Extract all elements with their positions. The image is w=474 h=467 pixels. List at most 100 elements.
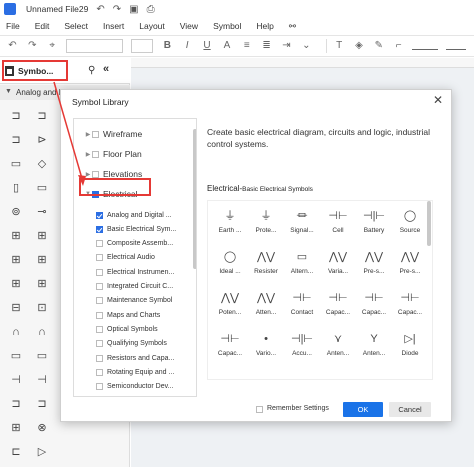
tree-checkbox[interactable]	[96, 268, 103, 276]
tree-item[interactable]: Qualifying Symbols	[96, 337, 167, 351]
symbol-icon[interactable]: ⊣	[6, 372, 26, 388]
ok-button[interactable]: OK	[343, 402, 383, 417]
tree-item[interactable]: Semiconductor Dev...	[96, 380, 173, 394]
line-color-icon[interactable]: ✎	[372, 39, 385, 53]
symbol-icon[interactable]: ▯	[6, 180, 26, 196]
symbol-preview-item[interactable]: ⋀⋁ Pre-s...	[392, 246, 428, 284]
symbol-icon[interactable]: ⊞	[32, 228, 52, 244]
symbol-icon[interactable]: ⊞	[32, 252, 52, 268]
symbol-preview-item[interactable]: ◯ Source	[392, 205, 428, 243]
symbol-icon[interactable]: ⊚	[6, 204, 26, 220]
symbol-icon[interactable]: ⊳	[32, 132, 52, 148]
font-family-select[interactable]	[65, 39, 123, 53]
text-spacing-icon[interactable]: ≣	[260, 39, 273, 53]
symbol-preview-item[interactable]: • Vario...	[248, 328, 284, 366]
remember-settings-checkbox[interactable]	[256, 406, 263, 413]
tree-item[interactable]: ▶ Wireframe	[84, 127, 143, 141]
symbol-icon[interactable]: ▭	[32, 348, 52, 364]
italic-icon[interactable]: I	[181, 39, 194, 53]
symbol-preview-item[interactable]: ⏛ Signal...	[284, 205, 320, 243]
expand-right-icon[interactable]: ▶	[84, 151, 92, 158]
symbol-icon[interactable]: ⊐	[6, 108, 26, 124]
expand-right-icon[interactable]: ▶	[84, 131, 92, 138]
symbol-icon[interactable]: ⊞	[6, 276, 26, 292]
tree-item[interactable]: Basic Electrical Sym...	[96, 222, 176, 236]
fill-icon[interactable]: ◈	[353, 39, 366, 53]
symbol-icon[interactable]: ▭	[6, 348, 26, 364]
line-width-select[interactable]	[445, 42, 467, 50]
symbol-preview-item[interactable]: ⋀⋁ Pre-s...	[356, 246, 392, 284]
symbol-icon[interactable]: ⊐	[32, 396, 52, 412]
symbol-preview-item[interactable]: ⊣⊢ Capac...	[356, 287, 392, 325]
menu-select[interactable]: Select	[64, 21, 88, 31]
tree-item[interactable]: Integrated Circuit C...	[96, 280, 173, 294]
symbol-library-button[interactable]	[2, 60, 68, 81]
symbol-icon[interactable]: ⊐	[6, 132, 26, 148]
tree-checkbox[interactable]	[92, 170, 99, 178]
print-icon[interactable]: ⎙	[147, 4, 155, 15]
tree-item[interactable]: Electrical Instrumen...	[96, 265, 174, 279]
tree-checkbox[interactable]	[96, 325, 103, 333]
symbol-icon[interactable]: ⊣	[32, 372, 52, 388]
symbol-preview-item[interactable]: Y Anten...	[356, 328, 392, 366]
symbol-icon[interactable]: ▷	[32, 444, 52, 460]
symbol-preview-item[interactable]: ⊣⊢ Cell	[320, 205, 356, 243]
font-color-icon[interactable]: A	[220, 39, 233, 53]
symbol-preview-item[interactable]: ⋀⋁ Resister	[248, 246, 284, 284]
symbol-icon[interactable]: ⊐	[32, 108, 52, 124]
symbol-preview-item[interactable]: ⋎ Anten...	[320, 328, 356, 366]
scrollbar[interactable]	[193, 129, 196, 269]
menu-symbol[interactable]: Symbol	[213, 21, 241, 31]
symbol-preview-item[interactable]: ⏚ Prote...	[248, 205, 284, 243]
symbol-icon[interactable]: ⊡	[32, 300, 52, 316]
underline-icon[interactable]: U	[201, 39, 214, 53]
symbol-icon[interactable]: ⊞	[6, 252, 26, 268]
symbol-preview-item[interactable]: ⊣⊢ Capac...	[320, 287, 356, 325]
symbol-preview-item[interactable]: ▷| Diode	[392, 328, 428, 366]
tree-checkbox[interactable]	[96, 211, 103, 219]
tree-checkbox[interactable]	[96, 311, 103, 319]
undo-icon[interactable]: ↶	[6, 39, 19, 53]
tree-item[interactable]: Rotating Equip and ...	[96, 365, 174, 379]
tree-checkbox[interactable]	[96, 254, 103, 262]
symbol-preview-item[interactable]: ⋀⋁ Poten...	[212, 287, 248, 325]
align-icon[interactable]: ≡	[240, 39, 253, 53]
more-text-icon[interactable]: ⌄	[300, 39, 313, 53]
symbol-icon[interactable]: ⊏	[6, 444, 26, 460]
tree-checkbox[interactable]	[96, 354, 103, 362]
tree-checkbox[interactable]	[92, 130, 99, 138]
menu-view[interactable]: View	[180, 21, 198, 31]
connector-icon[interactable]: ⌐	[392, 39, 405, 53]
menu-file[interactable]: File	[6, 21, 20, 31]
symbol-icon[interactable]: ▭	[32, 180, 52, 196]
symbol-icon[interactable]: ⊗	[32, 420, 52, 436]
cancel-button[interactable]: Cancel	[389, 402, 431, 417]
menu-edit[interactable]: Edit	[35, 21, 50, 31]
tree-item[interactable]: Resistors and Capa...	[96, 351, 174, 365]
font-size-select[interactable]	[130, 39, 153, 53]
symbol-preview-item[interactable]: ⊣|⊢ Battery	[356, 205, 392, 243]
tree-item[interactable]: Maps and Charts	[96, 308, 160, 322]
line-style-select[interactable]	[412, 42, 438, 50]
format-painter-icon[interactable]: ⌖	[46, 39, 59, 53]
symbol-preview-item[interactable]: ⊣|⊢ Accu...	[284, 328, 320, 366]
tree-item[interactable]: Analog and Digital ...	[96, 208, 172, 222]
tree-item[interactable]: ▶ Floor Plan	[84, 147, 142, 161]
symbol-preview-item[interactable]: ⊣⊢ Contact	[284, 287, 320, 325]
symbol-icon[interactable]: ▭	[6, 156, 26, 172]
tree-checkbox[interactable]	[96, 225, 103, 233]
redo-icon[interactable]: ↷	[113, 4, 121, 15]
tree-item[interactable]: Maintenance Symbol	[96, 294, 172, 308]
symbol-preview-item[interactable]: ⊣⊢ Capac...	[212, 328, 248, 366]
symbol-preview-item[interactable]: ⊣⊢ Capac...	[392, 287, 428, 325]
redo-icon[interactable]: ↷	[26, 39, 39, 53]
tree-checkbox[interactable]	[96, 340, 103, 348]
tree-item[interactable]: Optical Symbols	[96, 322, 158, 336]
expand-right-icon[interactable]: ▶	[84, 171, 92, 178]
close-icon[interactable]: ✕	[433, 93, 443, 107]
symbol-preview-item[interactable]: ◯ Ideal ...	[212, 246, 248, 284]
symbol-icon[interactable]: ∩	[32, 324, 52, 340]
symbol-icon[interactable]: ∩	[6, 324, 26, 340]
menu-insert[interactable]: Insert	[103, 21, 124, 31]
symbol-icon[interactable]: ⊞	[6, 228, 26, 244]
